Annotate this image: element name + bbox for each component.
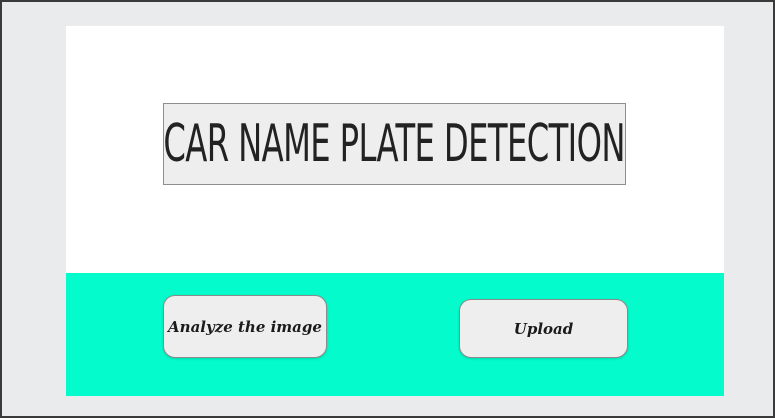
window-frame: CAR NAME PLATE DETECTION Analyze the ima… (0, 0, 775, 418)
upload-button[interactable]: Upload (459, 299, 628, 358)
analyze-image-button[interactable]: Analyze the image (163, 295, 327, 358)
action-bar: Analyze the image Upload (66, 273, 724, 396)
app-panel: CAR NAME PLATE DETECTION Analyze the ima… (66, 26, 724, 396)
title-box: CAR NAME PLATE DETECTION (163, 103, 626, 185)
page-title: CAR NAME PLATE DETECTION (163, 114, 626, 174)
